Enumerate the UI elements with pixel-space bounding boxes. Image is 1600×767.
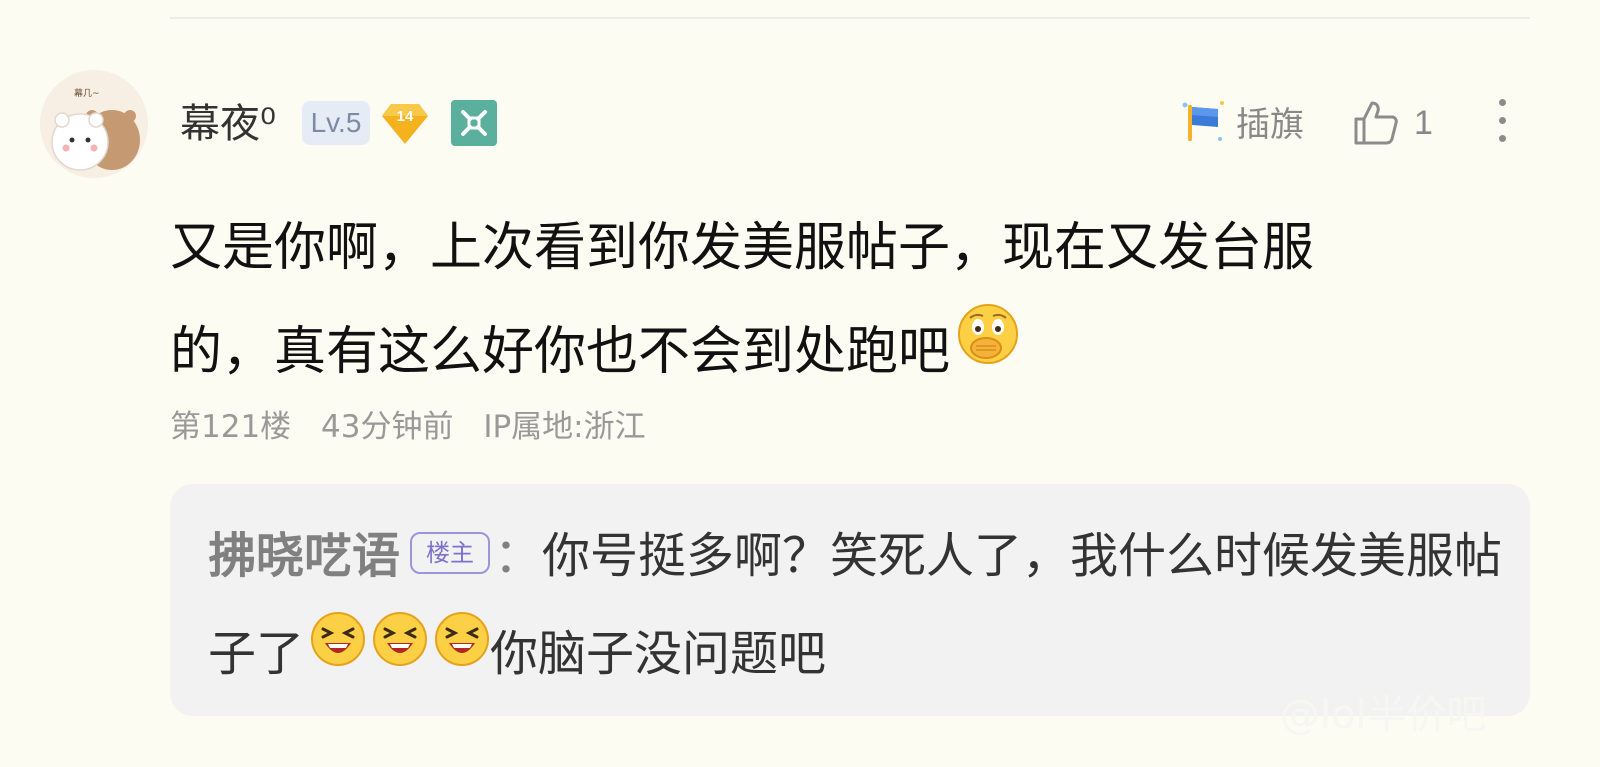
avatar-text: 幕几~ bbox=[74, 87, 100, 99]
grin-emoji-icon bbox=[434, 602, 490, 700]
more-icon[interactable] bbox=[1492, 99, 1512, 149]
comment-body: 又是你啊，上次看到你发美服帖子，现在又发台服 的，真有这么好你也不会到处跑吧 bbox=[170, 196, 1510, 407]
diamond-badge-icon: 14 bbox=[381, 100, 429, 146]
post-time: 43分钟前 bbox=[321, 409, 454, 445]
thumbs-up-icon bbox=[1354, 101, 1398, 145]
grin-emoji-icon bbox=[372, 602, 428, 700]
comment-line-1: 又是你啊，上次看到你发美服帖子，现在又发台服 bbox=[170, 218, 1315, 278]
op-badge: 楼主 bbox=[410, 532, 491, 574]
flag-icon bbox=[1182, 101, 1224, 141]
reply-content[interactable]: 拂晓呓语 楼主 ：你号挺多啊？笑死人了，我什么时候发美服帖子了 你脑子没问题吧 bbox=[208, 507, 1508, 706]
comment-line-2-text: 的，真有这么好你也不会到处跑吧 bbox=[170, 322, 951, 382]
reply-text-part2: 你脑子没问题吧 bbox=[490, 626, 827, 682]
reply-colon: ： bbox=[494, 528, 543, 584]
ip-location: IP属地:浙江 bbox=[483, 409, 646, 445]
comment-meta: 第121楼 43分钟前 IP属地:浙江 bbox=[170, 404, 666, 450]
like-count: 1 bbox=[1414, 103, 1433, 142]
floor-number: 第121楼 bbox=[170, 409, 292, 445]
reply-author[interactable]: 拂晓呓语 bbox=[208, 528, 400, 584]
diamond-badge-number: 14 bbox=[396, 108, 414, 125]
grin-emoji-icon bbox=[310, 602, 366, 700]
comment-line-2: 的，真有这么好你也不会到处跑吧 bbox=[170, 300, 1510, 407]
green-badge-icon bbox=[451, 100, 497, 146]
username[interactable]: 幕夜⁰ bbox=[180, 98, 276, 150]
watermark: @lol半价吧 bbox=[1280, 692, 1487, 738]
like-button[interactable]: 1 bbox=[1352, 95, 1433, 151]
top-divider bbox=[170, 17, 1530, 19]
avatar[interactable]: 幕几~ bbox=[40, 70, 148, 178]
flag-button[interactable]: 插旗 bbox=[1180, 95, 1304, 147]
level-badge: Lv.5 bbox=[302, 101, 370, 145]
flag-label: 插旗 bbox=[1236, 104, 1304, 145]
cover-mouth-emoji-icon bbox=[956, 297, 1020, 401]
